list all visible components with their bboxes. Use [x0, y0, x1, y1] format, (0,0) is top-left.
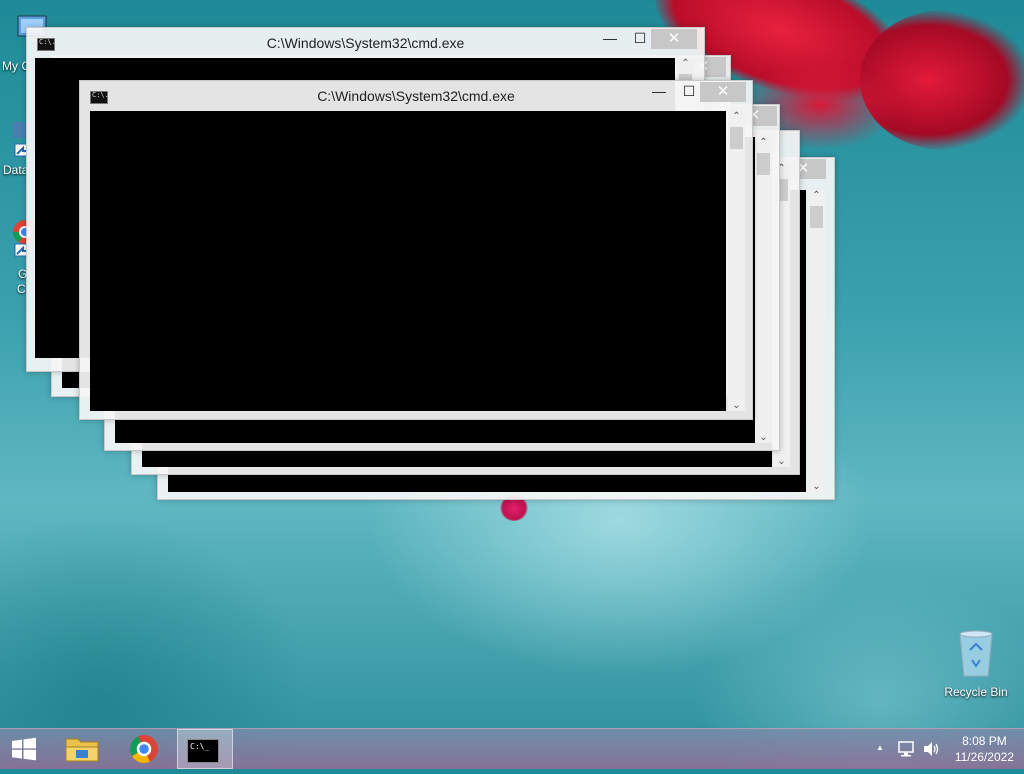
scroll-up-arrow-icon[interactable]: ⌃: [755, 137, 772, 148]
vertical-scrollbar[interactable]: ⌃ ⌄: [755, 137, 772, 443]
show-hidden-icons-button[interactable]: ▲: [876, 743, 884, 752]
start-button[interactable]: [0, 729, 48, 769]
recycle-bin-icon: [959, 630, 993, 677]
system-tray: ▲: [870, 729, 950, 769]
taskbar-file-explorer[interactable]: [56, 729, 108, 769]
console-area[interactable]: [90, 111, 726, 411]
taskbar: C:\_ ▲ 8:08 PM 11/26/2022: [0, 728, 1024, 769]
desktop-icon-chrome-label-2: C: [17, 282, 26, 296]
scroll-up-arrow-icon[interactable]: ⌃: [677, 58, 694, 69]
clock-date: 11/26/2022: [954, 750, 1014, 764]
close-button[interactable]: ✕: [651, 29, 697, 49]
scroll-thumb[interactable]: [810, 206, 823, 228]
cmd-window[interactable]: C:\.C:\Windows\System32\cmd.exe—☐✕ ⌃ ⌄: [79, 80, 753, 420]
scroll-up-arrow-icon[interactable]: ⌃: [808, 190, 825, 201]
clock-time: 8:08 PM: [962, 734, 1007, 748]
scroll-down-arrow-icon[interactable]: ⌄: [773, 456, 790, 467]
scroll-down-arrow-icon[interactable]: ⌄: [755, 432, 772, 443]
minimize-button[interactable]: —: [646, 83, 672, 105]
scroll-up-arrow-icon[interactable]: ⌃: [728, 111, 745, 122]
windows-logo-icon: [12, 737, 36, 761]
volume-icon[interactable]: [922, 740, 940, 758]
scroll-thumb[interactable]: [730, 127, 743, 149]
folder-icon: [65, 738, 99, 762]
minimize-button[interactable]: —: [597, 30, 623, 52]
taskbar-cmd[interactable]: C:\_: [177, 729, 233, 769]
scroll-down-arrow-icon[interactable]: ⌄: [808, 481, 825, 492]
desktop-icon-data-label: Data: [3, 163, 29, 177]
scroll-down-arrow-icon[interactable]: ⌄: [728, 400, 745, 411]
terminal-icon: C:\_: [187, 739, 219, 763]
maximize-button[interactable]: ☐: [676, 83, 702, 105]
close-button[interactable]: ✕: [700, 82, 746, 102]
taskbar-chrome[interactable]: [118, 729, 170, 769]
scroll-thumb[interactable]: [757, 153, 770, 175]
recycle-bin-label: Recycle Bin: [944, 685, 1008, 699]
window-titlebar[interactable]: C:\.C:\Windows\System32\cmd.exe—☐✕: [27, 28, 704, 58]
network-icon[interactable]: [897, 740, 915, 758]
vertical-scrollbar[interactable]: ⌃ ⌄: [808, 190, 825, 492]
maximize-button[interactable]: ☐: [627, 30, 653, 52]
clock[interactable]: 8:08 PM 11/26/2022: [955, 733, 1014, 765]
desktop-icon-recycle-bin[interactable]: Recycle Bin: [936, 628, 1016, 699]
vertical-scrollbar[interactable]: ⌃ ⌄: [728, 111, 745, 411]
window-titlebar[interactable]: C:\.C:\Windows\System32\cmd.exe—☐✕: [80, 81, 752, 111]
chrome-icon: [130, 735, 158, 763]
